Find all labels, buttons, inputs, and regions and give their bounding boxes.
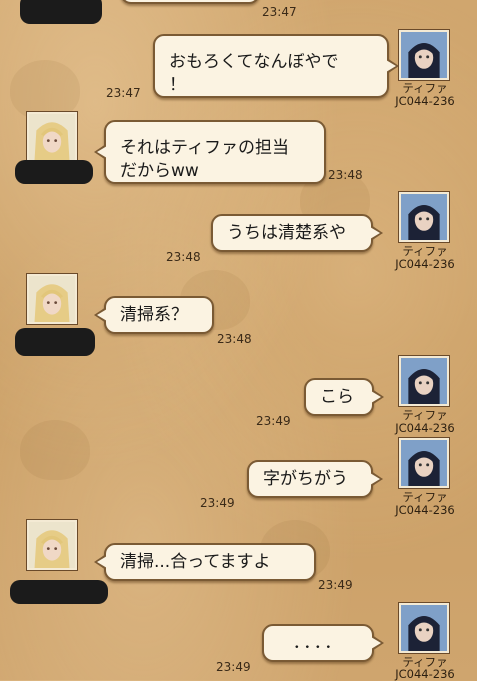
redacted-username — [10, 580, 108, 604]
message-bubble: おもろくてなんぼやで ！ — [153, 34, 399, 98]
message-time: 23:49 — [216, 660, 251, 674]
message-text-line: おもろくてなんぼやで — [169, 52, 339, 72]
message-bubble: それはティファの担当 だからww — [94, 120, 326, 184]
user-code: JC044-236 — [395, 667, 455, 681]
message-time: 23:48 — [217, 332, 252, 346]
friend-avatar[interactable] — [27, 112, 77, 162]
message-time: 23:49 — [200, 496, 235, 510]
background-slime-pattern — [20, 420, 90, 480]
message-bubble: 字がちがう — [247, 460, 383, 498]
redacted-username — [15, 160, 93, 184]
tifa-avatar[interactable] — [399, 30, 449, 80]
message-time: 23:47 — [262, 5, 297, 19]
message-time: 23:48 — [328, 168, 363, 182]
tifa-avatar[interactable] — [399, 192, 449, 242]
message-bubble: うちは清楚系や — [211, 214, 383, 252]
user-code: JC044-236 — [395, 503, 455, 517]
message-time: 23:49 — [318, 578, 353, 592]
tifa-avatar[interactable] — [399, 356, 449, 406]
message-text-line: だからww — [120, 161, 199, 181]
message-bubble: 清掃...合ってますよ — [94, 543, 316, 581]
background-slime-pattern — [10, 60, 80, 120]
friend-avatar[interactable] — [27, 520, 77, 570]
message-time: 23:47 — [106, 86, 141, 100]
message-time: 23:48 — [166, 250, 201, 264]
user-code: JC044-236 — [395, 257, 455, 271]
message-time: 23:49 — [256, 414, 291, 428]
user-code: JC044-236 — [395, 94, 455, 108]
tifa-avatar[interactable] — [399, 438, 449, 488]
user-code: JC044-236 — [395, 421, 455, 435]
message-text-line: ！ — [169, 75, 186, 95]
message-bubble: こら — [304, 378, 384, 416]
message-text-line: それはティファの担当 — [120, 138, 289, 158]
message-bubble — [120, 0, 260, 4]
friend-avatar[interactable] — [27, 274, 77, 324]
redacted-username — [15, 328, 95, 356]
message-bubble: 清掃系？ — [94, 296, 214, 334]
message-bubble: ．．．． — [262, 624, 384, 662]
tifa-avatar[interactable] — [399, 603, 449, 653]
redacted-username — [20, 0, 102, 24]
